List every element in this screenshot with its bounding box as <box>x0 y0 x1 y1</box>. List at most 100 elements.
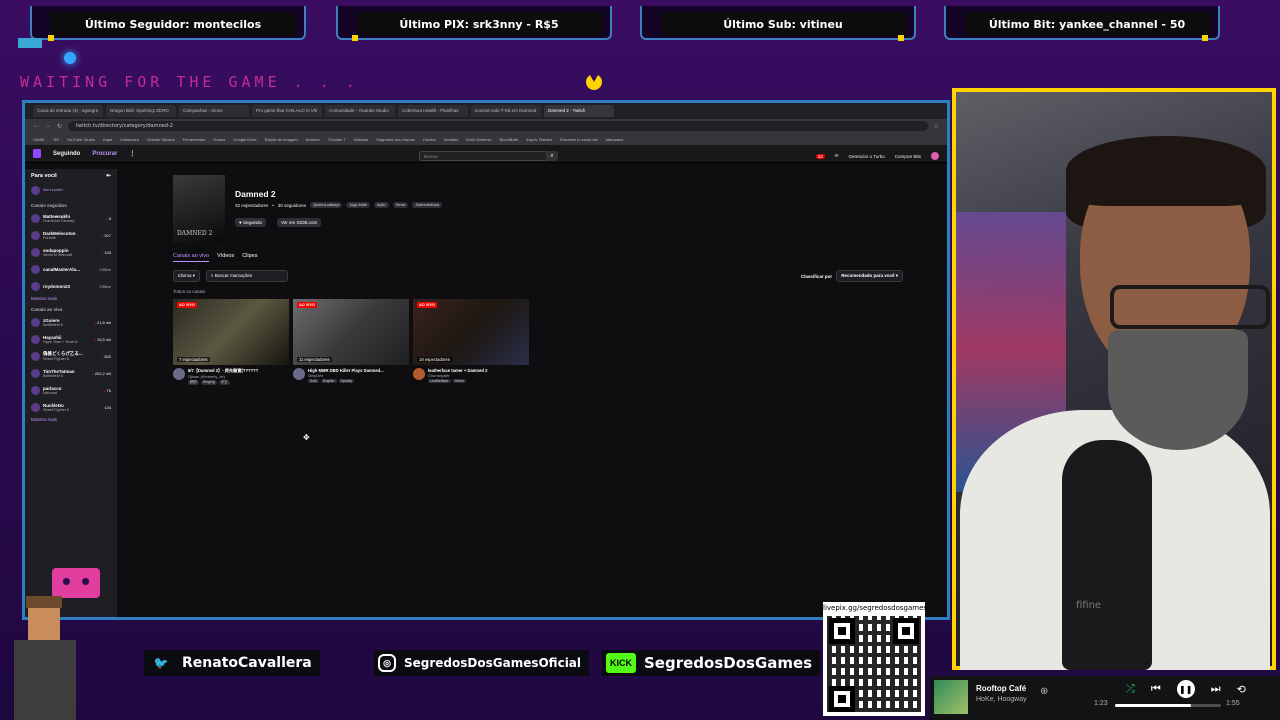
tab-youtube-studio[interactable]: Comunidade - Youtube Studio <box>325 105 395 117</box>
avatar[interactable] <box>293 368 305 380</box>
stream-card[interactable]: AO VIVO 11 espectadores High MMR DBD Kil… <box>293 299 409 383</box>
sidebar-item-channel[interactable]: roydomon23 Offline <box>31 279 111 293</box>
bookmark-youtube-studio[interactable]: YouTube Studio <box>67 137 95 142</box>
twitch-search-input[interactable]: Buscar <box>419 151 549 161</box>
sidebar-item-channel[interactable]: sodapoppinWorld of Warcraft143 <box>31 245 111 259</box>
bookmark-anterior[interactable]: Anterior <box>306 137 320 142</box>
sidebar-item-channel[interactable]: HayashiiHype Train + Nível 815,5 mil <box>31 332 111 346</box>
game-tag[interactable]: Sobrevivência <box>412 202 443 208</box>
game-tag[interactable]: Jogo Indie <box>346 202 370 208</box>
sidebar-item-channel[interactable]: MattewsukhiGrantham Fantasy8 <box>31 211 111 225</box>
nav-following[interactable]: Seguindo <box>53 151 80 157</box>
stream-tag[interactable]: Horror <box>452 379 467 383</box>
tab-gmail[interactable]: Caixa de entrada (3) - agsegre <box>33 105 103 117</box>
stream-tag[interactable]: Singing <box>201 380 217 385</box>
game-tag[interactable]: Quebra-cabeça <box>310 202 343 208</box>
nav-browse[interactable]: Procurar <box>92 151 117 157</box>
collapse-icon[interactable]: ⇤ <box>106 173 111 179</box>
stream-tag[interactable]: Spooky <box>338 379 355 383</box>
tab-videos[interactable]: Vídeos <box>217 253 234 262</box>
bookmark-marcados[interactable]: Marcados <box>606 137 624 142</box>
tab-planilhas[interactable]: Cobertura Health - Planilhas <box>398 105 468 117</box>
bookmark-humbe[interactable]: Humbe <box>423 137 436 142</box>
sidebar-item-channel[interactable]: TimTheTatmanBattlefield 6202,2 mil <box>31 366 111 380</box>
bookmark-google-drive[interactable]: Google Drive <box>233 137 256 142</box>
repeat-icon[interactable]: ⟲ <box>1237 683 1246 696</box>
pause-icon[interactable]: ❚❚ <box>1176 680 1195 698</box>
stream-tag[interactable]: Leatherface <box>428 379 451 383</box>
stream-thumbnail[interactable]: AO VIVO 7 espectadores <box>173 299 289 365</box>
stream-card[interactable]: AO VIVO 7 espectadores 8/7【Damned 2】- 爬先… <box>173 299 289 385</box>
address-bar[interactable]: twitch.tv/directory/category/damned-2 <box>68 121 928 131</box>
stream-tag[interactable]: 精彩 <box>188 380 199 385</box>
star-icon[interactable]: ☆ <box>934 123 939 130</box>
tab-clips[interactable]: Clipes <box>242 253 257 262</box>
stream-channel[interactable]: OnlyDez <box>308 373 404 378</box>
bookmark-noticias[interactable]: Notícias <box>354 137 368 142</box>
stream-card[interactable]: AO VIVO 18 espectadores leatherface tame… <box>413 299 529 383</box>
tab-dragonball[interactable]: Dragon Ball: Sparking! ZERO <box>106 105 176 117</box>
sidebar-item-channel[interactable]: NuckleDuStreet Fighter 6134 <box>31 400 111 414</box>
bookmark-segredos[interactable]: Segredos dos Games <box>376 137 415 142</box>
stream-thumbnail[interactable]: AO VIVO 11 espectadores <box>293 299 409 365</box>
sidebar-item-channel[interactable]: 偽善どくらげ乙る...Street Fighter 6820 <box>31 349 111 363</box>
reload-icon[interactable]: ↻ <box>57 123 62 130</box>
game-tag[interactable]: Terror <box>392 202 409 208</box>
tab-chilalo[interactable]: Pro game that CHILALO in Vhi <box>252 105 322 117</box>
back-icon[interactable]: ← <box>33 123 39 129</box>
avatar[interactable] <box>931 152 939 160</box>
follow-button[interactable]: ♥ Seguindo <box>235 218 266 227</box>
bits-button[interactable]: Comprar Bits <box>895 154 921 159</box>
sidebar-item-channel[interactable]: zGuiereBattlefield 621,6 mil <box>31 315 111 329</box>
bookmark-kapa[interactable]: Kapa <box>103 137 112 142</box>
sidebar-user-hint[interactable]: Alert sceller <box>31 183 111 197</box>
bookmark-ferramentas[interactable]: Ferramentas <box>183 137 206 142</box>
bookmark-edicao[interactable]: Edição de imagem <box>265 137 298 142</box>
show-more-link[interactable]: Mostrar mais <box>31 296 111 301</box>
next-icon[interactable]: ⏭ <box>1211 683 1221 696</box>
avatar[interactable] <box>413 368 425 380</box>
sidebar-item-channel[interactable]: parlaccoValorant76 <box>31 383 111 397</box>
stream-channel[interactable]: Chunsnyder <box>428 373 524 378</box>
show-more-link[interactable]: Mostrar mais <box>31 417 111 422</box>
tag-search-input[interactable]: ⌕ Buscar marcações <box>206 270 289 282</box>
stream-channel[interactable]: Ojisan (Kimberly_lei) <box>188 374 284 379</box>
nav-more-icon[interactable]: ⋮ <box>129 150 135 157</box>
search-icon[interactable]: ⌕ <box>546 151 558 161</box>
bookmark-defense[interactable]: Ilícito Defense <box>466 137 491 142</box>
sidebar-item-channel[interactable]: canalMasterAlu... Offline <box>31 262 111 276</box>
sort-select[interactable]: Recomendado para você ▾ <box>836 270 903 282</box>
language-select[interactable]: Idioma ▾ <box>173 270 201 282</box>
bookmark-bloodbath[interactable]: BloodBath <box>500 137 518 142</box>
previous-icon[interactable]: ⏮ <box>1151 683 1161 696</box>
game-tag[interactable]: Ação <box>373 202 389 208</box>
bookmark-nuvibes[interactable]: Nuvibes <box>444 137 458 142</box>
stream-tag[interactable]: English <box>321 379 337 383</box>
twitch-logo-icon[interactable] <box>33 149 41 158</box>
inbox-icon[interactable]: ✉ <box>835 153 839 159</box>
bookmark-thumbs[interactable]: Thumbs T <box>328 137 346 142</box>
bookmark-outros[interactable]: Outros <box>213 137 225 142</box>
bookmark-ranker[interactable]: Arquiv. Ranker <box>526 137 552 142</box>
tab-twitch-damned[interactable]: Damned 2 - Twitch <box>544 105 614 117</box>
igdb-button[interactable]: Ver em IGDB.com <box>277 218 322 227</box>
stream-tag[interactable]: 中文 <box>218 380 230 385</box>
stream-tag[interactable]: Solo <box>308 379 320 383</box>
bookmark-zoom[interactable]: Encontre lo zoom ide <box>560 137 598 142</box>
bookmark-granite[interactable]: Granite Studios <box>147 137 175 142</box>
bookmark-ss[interactable]: SS <box>53 137 58 142</box>
bookmark-gmail[interactable]: GMAIL <box>33 137 45 142</box>
forward-icon[interactable]: → <box>45 123 51 129</box>
add-icon[interactable]: ⊕ <box>1040 686 1048 697</box>
notification-badge[interactable]: 33 <box>815 153 825 159</box>
avatar[interactable] <box>173 368 185 380</box>
shuffle-icon[interactable]: ⤮ <box>1126 683 1135 696</box>
tab-live-channels[interactable]: Canais ao vivo <box>173 253 210 262</box>
tab-iconsxt[interactable]: Iconsxt rodo T-Rd em Damned <box>471 105 541 117</box>
turbo-button[interactable]: Gerenciar o Turbo <box>848 154 884 159</box>
tab-campanhas[interactable]: Campanhas - drone <box>179 105 249 117</box>
stream-thumbnail[interactable]: AO VIVO 18 espectadores <box>413 299 529 365</box>
progress-bar[interactable] <box>1115 704 1221 707</box>
bookmark-infosecure[interactable]: Infosecure <box>120 137 139 142</box>
sidebar-item-channel[interactable]: DarkMelocotonFortnite207 <box>31 228 111 242</box>
